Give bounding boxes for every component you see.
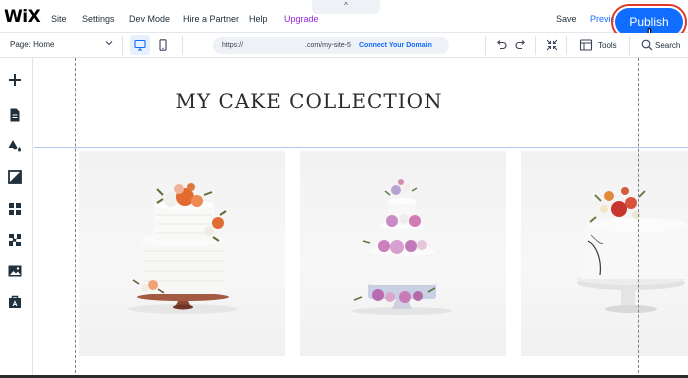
add-section-icon[interactable] [7,169,23,185]
tools-button[interactable]: Tools [598,41,617,50]
menu-hire-a-partner[interactable]: Hire a Partner [183,14,239,24]
url-path: .com/my-site-5 [305,42,351,49]
editor-canvas[interactable]: MY CAKE COLLECTION [34,58,688,378]
zoom-out-icon[interactable] [545,38,559,52]
save-button[interactable]: Save [556,14,577,24]
page-selector[interactable]: Page: Home [10,40,54,49]
wix-logo[interactable]: WiX [4,7,41,27]
desktop-view-button[interactable] [130,35,150,55]
divider [485,36,486,55]
left-gridline [75,58,76,378]
menu-settings[interactable]: Settings [82,14,115,24]
menu-site[interactable]: Site [51,14,67,24]
redo-icon[interactable] [514,38,528,52]
page-title[interactable]: MY CAKE COLLECTION [34,89,584,113]
right-gridline [638,58,639,378]
desktop-icon [134,39,146,51]
chevron-down-icon[interactable] [104,38,114,48]
section-divider-line [34,147,688,148]
collapse-toolbar-button[interactable]: ^ [312,0,380,14]
search-icon[interactable] [640,38,654,52]
design-icon[interactable] [7,138,23,154]
business-icon[interactable] [7,232,23,248]
pages-icon[interactable] [7,107,23,123]
divider [566,36,567,55]
divider [182,36,183,55]
media-icon[interactable] [7,263,23,279]
menu-upgrade[interactable]: Upgrade [284,14,319,24]
editor-toolbar: Page: Home https:// .com/my-site-5 Conne… [0,33,688,58]
undo-icon[interactable] [494,38,508,52]
mobile-icon [159,39,167,51]
cake-image-3[interactable] [521,151,688,356]
menu-help[interactable]: Help [249,14,268,24]
divider [122,36,123,55]
cake-image-2[interactable] [300,151,506,356]
site-url-field[interactable]: https:// .com/my-site-5 Connect Your Dom… [213,37,449,54]
cake-image-1[interactable] [79,151,285,356]
top-bar: WiX Site Settings Dev Mode Hire a Partne… [0,0,688,49]
divider [535,36,536,55]
add-icon[interactable] [7,72,23,88]
tools-icon[interactable] [579,38,593,52]
divider [629,36,630,55]
cake-photo-pink-flowers [352,179,452,315]
apps-icon[interactable] [7,201,23,217]
mobile-view-button[interactable] [153,35,173,55]
chevron-up-icon: ^ [344,1,348,10]
cake-photo-orange-flowers [128,183,238,314]
url-prefix: https:// [222,42,244,49]
connect-domain-link[interactable]: Connect Your Domain [359,37,432,54]
menu-dev-mode[interactable]: Dev Mode [129,14,170,24]
cake-photo-red-flowers [577,187,688,313]
search-button[interactable]: Search [655,41,680,50]
portfolio-icon[interactable] [7,294,23,310]
left-toolbar [0,58,33,378]
